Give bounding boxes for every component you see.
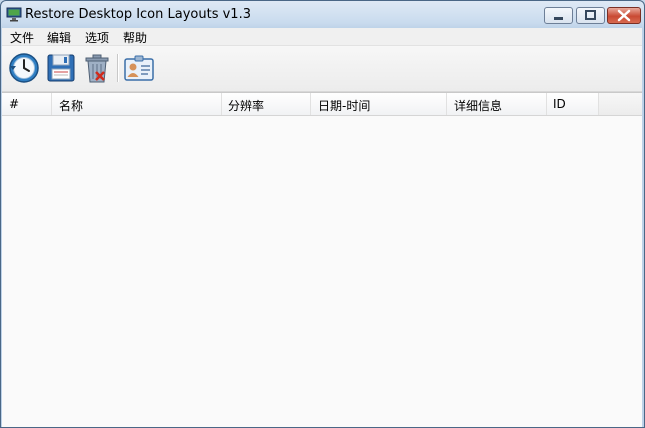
- column-header-resolution[interactable]: 分辨率: [222, 93, 311, 115]
- menu-file[interactable]: 文件: [10, 29, 34, 46]
- column-header-id[interactable]: ID: [547, 93, 599, 115]
- header-filler: [599, 93, 642, 115]
- menu-edit[interactable]: 编辑: [47, 29, 71, 46]
- column-header-datetime[interactable]: 日期-时间: [311, 93, 447, 115]
- minimize-icon: [554, 17, 563, 20]
- column-header-number[interactable]: #: [2, 93, 52, 115]
- menu-help[interactable]: 帮助: [123, 29, 147, 46]
- maximize-button[interactable]: [576, 7, 605, 24]
- floppy-disk-icon: [47, 54, 75, 82]
- properties-button[interactable]: [123, 52, 155, 84]
- delete-layout-button[interactable]: [81, 52, 113, 84]
- close-icon: [617, 9, 631, 22]
- monitor-icon: [6, 7, 22, 22]
- clock-arrow-icon: [9, 53, 39, 83]
- maximize-icon: [585, 10, 596, 20]
- layout-list[interactable]: # 名称 分辨率 日期-时间 详细信息 ID: [2, 92, 642, 427]
- minimize-button[interactable]: [544, 7, 573, 24]
- restore-layout-button[interactable]: [8, 52, 40, 84]
- close-button[interactable]: [607, 7, 641, 24]
- window-title: Restore Desktop Icon Layouts v1.3: [25, 7, 251, 22]
- id-card-icon: [124, 55, 154, 81]
- toolbar: [2, 46, 642, 92]
- menu-options[interactable]: 选项: [85, 29, 109, 46]
- column-header-name[interactable]: 名称: [52, 93, 222, 115]
- title-bar[interactable]: Restore Desktop Icon Layouts v1.3: [1, 1, 644, 29]
- trash-can-icon: [85, 54, 109, 83]
- menu-bar: 文件 编辑 选项 帮助: [2, 28, 642, 46]
- column-header-details[interactable]: 详细信息: [447, 93, 547, 115]
- app-window: Restore Desktop Icon Layouts v1.3 文件 编辑 …: [0, 0, 645, 428]
- list-header: # 名称 分辨率 日期-时间 详细信息 ID: [2, 93, 642, 116]
- toolbar-separator: [117, 54, 119, 82]
- save-layout-button[interactable]: [45, 52, 77, 84]
